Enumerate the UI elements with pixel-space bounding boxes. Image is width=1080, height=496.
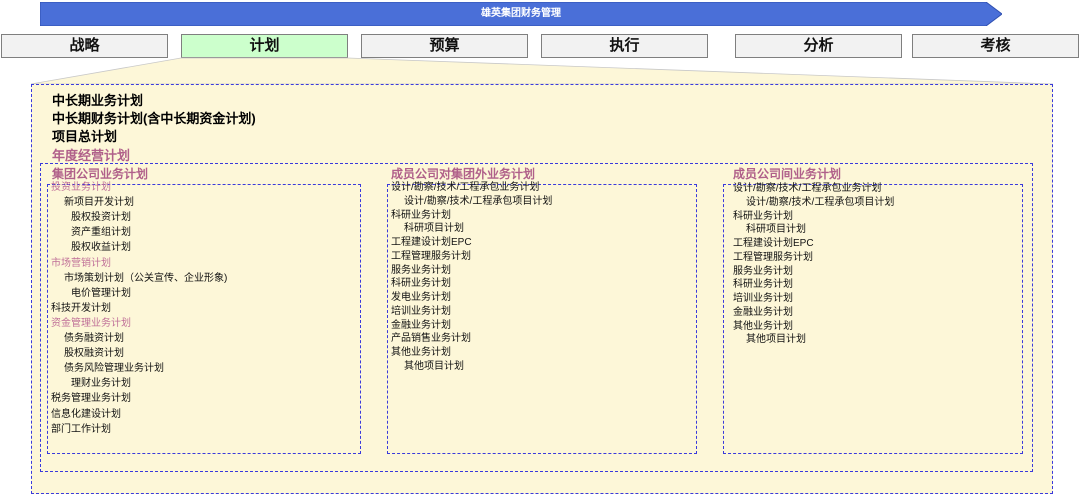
list-item: 培训业务计划 (733, 293, 793, 304)
list-item: 市场策划计划（公关宣传、企业形象) (64, 272, 228, 284)
list-item: 工程建设计划EPC (733, 238, 814, 249)
list-item: 工程建设计划EPC (391, 237, 472, 248)
column-title-external: 成员公司对集团外业务计划 (391, 167, 536, 181)
list-item: 科研业务计划 (391, 209, 451, 221)
list-item: 设计/勘察/技术/工程承包业务计划 (391, 182, 540, 193)
list-item: 工程管理服务计划 (391, 250, 471, 262)
column-title-group: 集团公司业务计划 (52, 167, 149, 181)
list-item: 服务业务计划 (733, 265, 793, 277)
list-item: 设计/勘察/技术/工程承包项目计划 (746, 196, 895, 208)
list-item: 产品销售业务计划 (391, 333, 471, 345)
list-item: 培训业务计划 (391, 305, 451, 317)
list-item: 其他业务计划 (391, 347, 451, 358)
list-item: 股权投资计划 (71, 212, 131, 224)
list-item: 部门工作计划 (51, 423, 111, 435)
list-item: 科研项目计划 (746, 224, 806, 236)
list-item: 股权融资计划 (64, 348, 124, 360)
column-title-internal: 成员公司间业务计划 (733, 167, 842, 181)
plan-item-mid-long-finance: 中长期财务计划(含中长期资金计划) (52, 111, 256, 126)
tab-connector-wedge (30, 57, 1054, 85)
list-item: 信息化建设计划 (51, 408, 121, 420)
list-item: 设计/勘察/技术/工程承包项目计划 (404, 195, 553, 207)
list-item: 发电业务计划 (391, 292, 451, 303)
list-item: 科研业务计划 (733, 210, 793, 222)
list-item: 工程管理服务计划 (733, 251, 813, 263)
list-item: 设计/勘察/技术/工程承包业务计划 (733, 183, 882, 194)
list-item: 新项目开发计划 (64, 197, 134, 209)
list-item: 金融业务计划 (391, 319, 451, 331)
list-item: 债务融资计划 (64, 333, 124, 344)
list-item: 其他业务计划 (733, 320, 793, 332)
list-item: 资产重组计划 (71, 227, 131, 239)
list-item: 金融业务计划 (733, 306, 793, 318)
list-item: 科研业务计划 (391, 278, 451, 290)
list-item: 科研业务计划 (733, 279, 793, 291)
plan-item-annual-operation: 年度经营计划 (52, 148, 131, 163)
list-item: 服务业务计划 (391, 264, 451, 276)
list-item: 科研项目计划 (404, 223, 464, 235)
list-item: 电价管理计划 (71, 287, 131, 299)
list-item: 债务风险管理业务计划 (64, 363, 164, 375)
list-item: 股权收益计划 (71, 242, 131, 254)
list-item: 市场营销计划 (51, 257, 111, 269)
plan-item-mid-long-business: 中长期业务计划 (52, 93, 144, 108)
plan-item-project-master: 项目总计划 (52, 129, 118, 144)
list-item: 税务管理业务计划 (51, 393, 131, 405)
list-item: 其他项目计划 (404, 360, 464, 372)
list-item: 资金管理业务计划 (51, 317, 131, 329)
list-item: 其他项目计划 (746, 334, 806, 346)
list-item: 投资业务计划 (51, 182, 111, 193)
list-item: 科技开发计划 (51, 302, 111, 314)
list-item: 理财业务计划 (71, 378, 131, 390)
